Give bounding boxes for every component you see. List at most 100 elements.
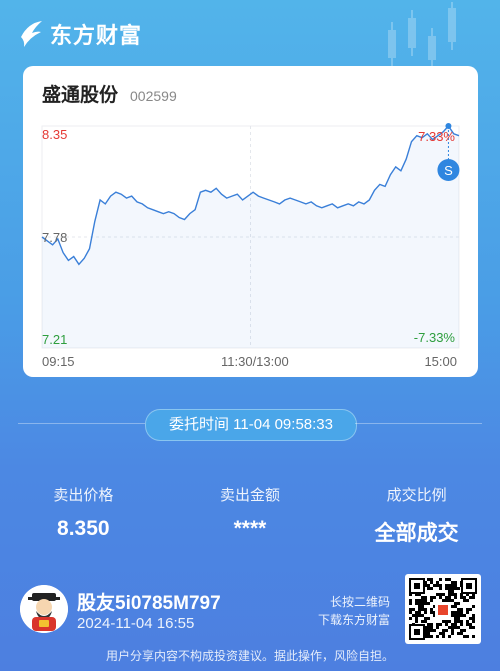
qr-module: [466, 608, 469, 611]
stat-label: 成交比例: [386, 487, 447, 504]
qr-module: [469, 608, 472, 611]
qr-module: [466, 599, 469, 602]
qr-module: [451, 587, 454, 590]
qr-module: [460, 611, 463, 614]
qr-module: [451, 629, 454, 632]
qr-module: [427, 629, 430, 632]
qr-module: [454, 587, 457, 590]
qr-module: [466, 635, 469, 638]
qr-module: [418, 611, 421, 614]
qr-module: [421, 605, 424, 608]
qr-module: [424, 608, 427, 611]
divider-right: [355, 423, 482, 424]
intraday-chart[interactable]: S 8.35 7.78 7.21 7.33% -7.33% 09:15 11:3…: [23, 66, 478, 377]
qr-module: [451, 614, 454, 617]
qr-module: [451, 593, 454, 596]
qr-module: [463, 635, 466, 638]
brand-logo-icon: [21, 21, 42, 47]
qr-module: [439, 596, 442, 599]
qr-module: [448, 599, 451, 602]
qr-module: [442, 635, 445, 638]
brand: 东方财富: [18, 18, 142, 50]
qr-module: [451, 599, 454, 602]
qr-module: [448, 587, 451, 590]
qr-module: [427, 632, 430, 635]
qr-module: [442, 620, 445, 623]
pct-tick-high: 7.33%: [418, 129, 455, 144]
qr-module: [472, 605, 475, 608]
qr-module: [436, 635, 439, 638]
qr-module: [409, 608, 412, 611]
disclaimer: 用户分享内容不构成投资建议。据此操作，风险自担。: [105, 649, 394, 663]
qr-hint-line2: 下载东方财富: [317, 613, 390, 627]
qr-module: [424, 620, 427, 623]
qr-module: [454, 584, 457, 587]
qr-module: [451, 590, 454, 593]
brand-name: 东方财富: [50, 23, 143, 48]
qr-finder: [466, 583, 472, 589]
qr-module: [430, 599, 433, 602]
avatar[interactable]: [20, 585, 68, 633]
divider-left: [18, 423, 145, 424]
qr-module: [421, 602, 424, 605]
qr-module: [427, 578, 430, 581]
qr-module: [436, 593, 439, 596]
qr-module: [430, 596, 433, 599]
qr-module: [424, 596, 427, 599]
qr-module: [418, 602, 421, 605]
qr-module: [460, 629, 463, 632]
qr-module: [454, 605, 457, 608]
qr-module: [445, 599, 448, 602]
qr-hint-line1: 长按二维码: [329, 595, 390, 609]
qr-module: [457, 587, 460, 590]
qr-module: [427, 602, 430, 605]
qr-module: [472, 614, 475, 617]
qr-hint: 长按二维码 下载东方财富: [300, 593, 390, 629]
qr-module: [463, 614, 466, 617]
series-area: [42, 126, 459, 348]
qr-module: [460, 623, 463, 626]
qr-module: [439, 593, 442, 596]
qr-module: [469, 596, 472, 599]
qr-center-logo: [438, 605, 448, 615]
qr-module: [412, 614, 415, 617]
qr-module: [454, 626, 457, 629]
qr-module: [463, 596, 466, 599]
qr-module: [448, 584, 451, 587]
order-time-badge: 委托时间 11-04 09:58:33: [145, 409, 357, 441]
qr-module: [469, 617, 472, 620]
qr-module: [415, 599, 418, 602]
qr-module: [454, 593, 457, 596]
qr-module: [439, 623, 442, 626]
stat-value: 全部成交: [374, 522, 459, 545]
qr-module: [424, 599, 427, 602]
qr-module: [457, 611, 460, 614]
qr-module: [421, 599, 424, 602]
qr-module: [409, 611, 412, 614]
stock-card[interactable]: 盛通股份 002599 S 8.35 7.78 7.21 7.33% -7.33…: [23, 66, 478, 377]
qr-module: [460, 608, 463, 611]
qr-module: [445, 623, 448, 626]
qr-module: [460, 614, 463, 617]
qr-module: [448, 578, 451, 581]
user-name: 股友5i0785M797: [77, 593, 221, 614]
qr-module: [439, 632, 442, 635]
qr-module: [466, 620, 469, 623]
x-tick-noon: 11:30/13:00: [221, 354, 289, 369]
qr-module: [451, 623, 454, 626]
qr-module: [427, 617, 430, 620]
qr-module: [457, 626, 460, 629]
qr-module: [442, 593, 445, 596]
qr-module: [418, 605, 421, 608]
qr-module: [448, 596, 451, 599]
qr-code[interactable]: [405, 574, 481, 644]
pct-tick-low: -7.33%: [413, 330, 455, 345]
qr-module: [454, 602, 457, 605]
avatar-fortune-god-icon: [20, 585, 68, 633]
qr-module: [430, 623, 433, 626]
qr-module: [451, 611, 454, 614]
sell-marker-label: S: [444, 163, 453, 178]
qr-module: [436, 581, 439, 584]
qr-module: [451, 632, 454, 635]
stat-label: 卖出价格: [53, 487, 114, 504]
